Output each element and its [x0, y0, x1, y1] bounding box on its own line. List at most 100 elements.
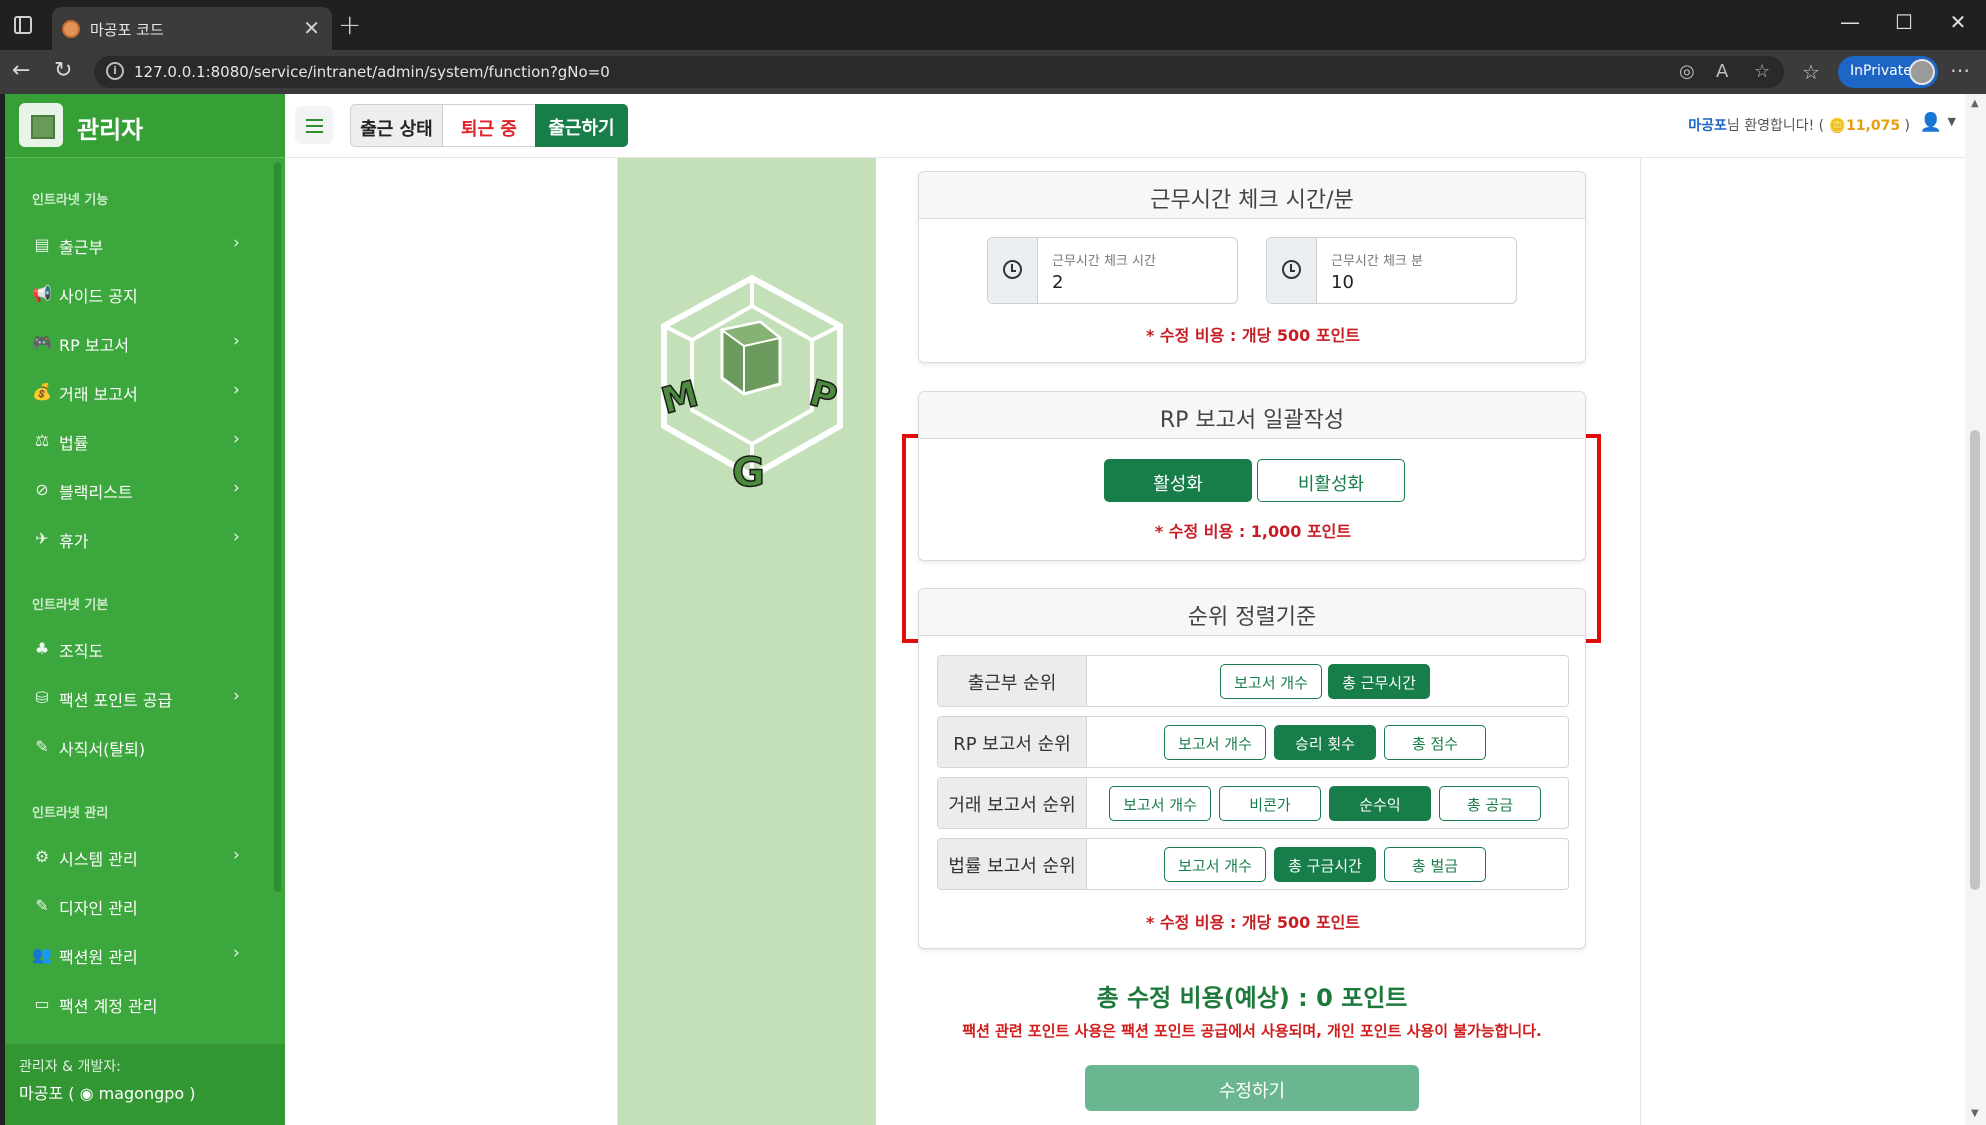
work-time-cost-note: * 수정 비용 : 개당 500 포인트	[1145, 326, 1361, 345]
chevron-right-icon: ›	[233, 429, 240, 449]
footer-credit-name[interactable]: 마공포 ( ◉ magongpo )	[19, 1080, 196, 1104]
rank-option-beacon-price[interactable]: 비콘가	[1219, 786, 1321, 821]
plane-icon: ✈	[35, 529, 49, 548]
rank-option-report-count[interactable]: 보고서 개수	[1220, 664, 1322, 699]
sidebar-item-label: 휴가	[59, 532, 89, 551]
tab-close-icon[interactable]: ✕	[303, 16, 320, 40]
back-icon[interactable]: ←	[12, 58, 30, 83]
sidebar-item-label: 거래 보고서	[59, 385, 138, 404]
sidebar-item-trade-report[interactable]: 💰 거래 보고서 ›	[5, 374, 267, 410]
rank-option-net-profit[interactable]: 순수익	[1329, 786, 1431, 821]
hour-input-group[interactable]: 근무시간 체크 시간 2	[987, 237, 1238, 304]
tracking-off-icon[interactable]: ◎	[1679, 61, 1695, 82]
rank-option-report-count[interactable]: 보고서 개수	[1164, 847, 1266, 882]
sidebar-item-label: 디자인 관리	[59, 899, 138, 918]
org-chart-icon: ♣	[34, 639, 50, 658]
minimize-icon[interactable]: —	[1820, 10, 1880, 34]
rank-option-total-detention[interactable]: 총 구금시간	[1274, 847, 1376, 882]
rank-option-total-score[interactable]: 총 점수	[1384, 725, 1486, 760]
rank-row-law-report: 법률 보고서 순위 보고서 개수 총 구금시간 총 벌금	[937, 838, 1569, 890]
chevron-right-icon: ›	[233, 233, 240, 253]
window-close-icon[interactable]: ✕	[1928, 10, 1986, 34]
site-info-icon[interactable]: i	[106, 62, 124, 80]
sidebar: 관리자 인트라넷 기능 인트라넷 기본 인트라넷 관리 ▤ 출근부 › 📢 사이…	[5, 94, 285, 1125]
rank-option-total-fund[interactable]: 총 공금	[1439, 786, 1541, 821]
sidebar-item-faction-points[interactable]: ⛁ 팩션 포인트 공급 ›	[5, 680, 267, 716]
menu-toggle-icon[interactable]	[295, 106, 333, 144]
rank-row-label: 출근부 순위	[938, 656, 1087, 706]
sidebar-scrollbar[interactable]	[274, 162, 281, 892]
brand-title: 관리자	[77, 116, 144, 144]
caret-down-icon[interactable]: ▼	[1948, 115, 1956, 128]
sidebar-item-label: RP 보고서	[59, 336, 130, 355]
minute-input-value[interactable]: 10	[1331, 272, 1354, 293]
total-cost-title: 총 수정 비용(예상) : 0 포인트	[1096, 984, 1408, 1012]
rp-bulk-card: RP 보고서 일괄작성 활성화 비활성화 * 수정 비용 : 1,000 포인트	[918, 391, 1586, 561]
ban-icon: ⊘	[35, 480, 49, 499]
favorites-icon[interactable]: ☆	[1802, 60, 1820, 84]
money-bag-icon: 💰	[32, 382, 52, 401]
enable-button[interactable]: 활성화	[1104, 459, 1252, 502]
checkin-button[interactable]: 출근하기	[535, 104, 628, 147]
mgp-logo: M G P	[657, 274, 843, 497]
sidebar-brand[interactable]: 관리자	[5, 94, 285, 158]
sidebar-item-account-admin[interactable]: ▭ 팩션 계정 관리	[5, 986, 267, 1022]
rank-option-total-work-time[interactable]: 총 근무시간	[1328, 664, 1430, 699]
sidebar-item-label: 팩션 계정 관리	[59, 997, 158, 1016]
users-icon: 👥	[32, 945, 52, 964]
sidebar-item-resignation[interactable]: ✎ 사직서(탈퇴)	[5, 729, 267, 765]
chevron-right-icon: ›	[233, 331, 240, 351]
rank-option-win-count[interactable]: 승리 횟수	[1274, 725, 1376, 760]
sidebar-item-label: 법률	[59, 434, 89, 453]
read-aloud-icon[interactable]: A	[1716, 61, 1728, 82]
maximize-icon[interactable]: ☐	[1874, 10, 1934, 34]
sidebar-item-attendance[interactable]: ▤ 출근부 ›	[5, 227, 267, 263]
hour-input-value[interactable]: 2	[1052, 272, 1063, 293]
disable-button[interactable]: 비활성화	[1257, 459, 1405, 502]
sidebar-item-vacation[interactable]: ✈ 휴가 ›	[5, 521, 267, 557]
scroll-down-icon[interactable]: ▼	[1971, 1108, 1979, 1119]
rank-option-report-count[interactable]: 보고서 개수	[1109, 786, 1211, 821]
hour-input-label: 근무시간 체크 시간	[1052, 254, 1156, 269]
sidebar-item-system-admin[interactable]: ⚙ 시스템 관리 ›	[5, 839, 267, 875]
sidebar-item-design-admin[interactable]: ✎ 디자인 관리	[5, 888, 267, 924]
submit-button[interactable]: 수정하기	[1085, 1065, 1419, 1111]
chevron-right-icon: ›	[233, 943, 240, 963]
status-label: 출근 상태	[350, 104, 443, 147]
inprivate-label: InPrivate	[1850, 63, 1912, 79]
tab-actions-icon[interactable]	[14, 16, 32, 34]
refresh-icon[interactable]: ↻	[54, 58, 72, 83]
sidebar-footer: 관리자 & 개발자: 마공포 ( ◉ magongpo )	[5, 1044, 285, 1125]
rp-bulk-card-title: RP 보고서 일괄작성	[919, 392, 1585, 439]
minute-input-group[interactable]: 근무시간 체크 분 10	[1266, 237, 1517, 304]
rank-option-total-fine[interactable]: 총 벌금	[1384, 847, 1486, 882]
browser-tab[interactable]: 마공포 코드 ✕	[52, 7, 332, 50]
tab-title: 마공포 코드	[90, 21, 164, 39]
more-menu-icon[interactable]: ⋯	[1950, 58, 1970, 82]
page-scrollbar[interactable]: ▲ ▼	[1965, 94, 1986, 1125]
scroll-up-icon[interactable]: ▲	[1971, 98, 1979, 109]
rank-option-report-count[interactable]: 보고서 개수	[1164, 725, 1266, 760]
scrollbar-thumb[interactable]	[1970, 430, 1980, 890]
sidebar-item-side-notice[interactable]: 📢 사이드 공지	[5, 276, 267, 312]
main-content: M G P 근무시간 체크 시간/분 근무시간 체크 시간 2 근무시간 체크 …	[285, 158, 1965, 1125]
inprivate-button[interactable]: InPrivate	[1838, 56, 1938, 88]
favorite-star-icon[interactable]: ☆	[1754, 61, 1770, 82]
top-navbar: 출근 상태 퇴근 중 출근하기 마공포님 환영합니다! ( 🪙11,075 ) …	[285, 94, 1986, 158]
url-field[interactable]: i 127.0.0.1:8080/service/intranet/admin/…	[94, 56, 1784, 88]
new-tab-icon[interactable]: +	[338, 8, 361, 41]
user-points: 🪙11,075	[1828, 118, 1901, 134]
user-greeting: 마공포님 환영합니다! ( 🪙11,075 )	[1688, 115, 1910, 135]
sidebar-item-rp-report[interactable]: 🎮 RP 보고서 ›	[5, 325, 267, 361]
footer-credit-label: 관리자 & 개발자:	[19, 1059, 121, 1075]
sidebar-item-org-chart[interactable]: ♣ 조직도	[5, 631, 267, 667]
user-icon[interactable]: 👤	[1920, 112, 1942, 133]
sidebar-item-member-admin[interactable]: 👥 팩션원 관리 ›	[5, 937, 267, 973]
scale-icon: ⚖	[34, 431, 50, 450]
sidebar-item-label: 사이드 공지	[59, 287, 138, 306]
sidebar-item-law[interactable]: ⚖ 법률 ›	[5, 423, 267, 459]
web-page: 관리자 인트라넷 기능 인트라넷 기본 인트라넷 관리 ▤ 출근부 › 📢 사이…	[5, 94, 1986, 1125]
sidebar-item-blacklist[interactable]: ⊘ 블랙리스트 ›	[5, 472, 267, 508]
section-heading-features: 인트라넷 기능	[32, 193, 109, 208]
svg-text:G: G	[732, 450, 765, 496]
